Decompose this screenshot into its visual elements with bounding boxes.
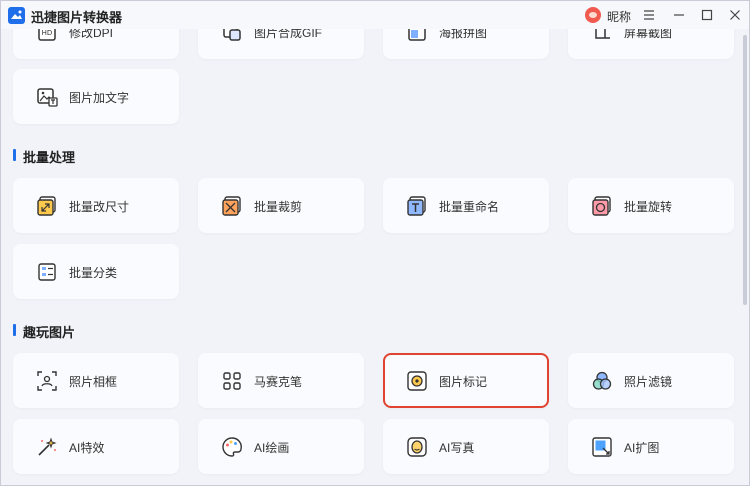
tool-label: 图片标记 [439, 375, 488, 389]
app-title: 迅捷图片转换器 [31, 10, 123, 25]
tool-label: 批量裁剪 [254, 200, 303, 214]
app-window: 迅捷图片转换器 昵称 HD 修改DPI 图片合成GIF 海报拼图 屏幕截图 图片… [0, 0, 750, 486]
tool-card-batch-classify[interactable]: 批量分类 [13, 244, 179, 299]
tool-card-photo-filter[interactable]: 照片滤镜 [568, 353, 734, 408]
photo-filter-icon [592, 371, 612, 390]
tool-label: 照片滤镜 [624, 375, 673, 389]
screenshot-icon [595, 29, 610, 39]
mosaic-pen-icon [223, 372, 241, 390]
poster-collage-icon [408, 29, 426, 41]
tool-label: 照片相框 [69, 375, 118, 389]
gif-icon [223, 29, 241, 41]
vertical-scrollbar[interactable] [743, 35, 747, 305]
tool-card-dpi[interactable]: HD 修改DPI [13, 29, 179, 59]
batch-classify-icon [38, 263, 56, 281]
tool-label: 图片合成GIF [254, 29, 322, 40]
tool-grid: HD 修改DPI 图片合成GIF 海报拼图 屏幕截图 图片加文字 批量处理 批量… [1, 29, 749, 485]
ai-portrait-icon [407, 437, 427, 457]
menu-button[interactable] [639, 5, 659, 25]
batch-crop-icon [222, 196, 241, 216]
tool-card-batch-rename[interactable]: 批量重命名 [383, 178, 549, 233]
minimize-icon [674, 14, 684, 16]
maximize-icon [701, 9, 713, 21]
tool-card-batch-rotate[interactable]: 批量旋转 [568, 178, 734, 233]
title-bar: 迅捷图片转换器 昵称 [1, 1, 749, 29]
tool-card-mosaic-pen[interactable]: 马赛克笔 [198, 353, 364, 408]
app-logo-icon [8, 7, 25, 24]
maximize-button[interactable] [697, 5, 717, 25]
tool-card-gif[interactable]: 图片合成GIF [198, 29, 364, 59]
tool-label: 图片加文字 [69, 91, 130, 105]
add-text-icon [37, 88, 58, 107]
svg-text:HD: HD [42, 29, 53, 37]
tool-card-ai-expand[interactable]: AI扩图 [568, 419, 734, 474]
tool-card-add-text[interactable]: 图片加文字 [13, 69, 179, 124]
tool-card-batch-resize[interactable]: 批量改尺寸 [13, 178, 179, 233]
close-icon [730, 10, 740, 20]
user-name[interactable]: 昵称 [607, 8, 631, 25]
batch-rename-icon [407, 196, 426, 216]
tool-card-ai-effect[interactable]: AI特效 [13, 419, 179, 474]
tool-label: 海报拼图 [439, 29, 488, 40]
tool-label: 批量重命名 [439, 200, 500, 214]
tool-label: AI写真 [439, 441, 475, 455]
tool-card-image-mark[interactable]: 图片标记 [383, 353, 549, 408]
tool-card-ai-portrait[interactable]: AI写真 [383, 419, 549, 474]
batch-resize-icon [37, 196, 56, 216]
tool-card-screenshot[interactable]: 屏幕截图 [568, 29, 734, 59]
tool-label: AI绘画 [254, 441, 290, 455]
ai-expand-icon [592, 437, 612, 457]
tool-label: 批量旋转 [624, 200, 673, 214]
ai-effect-icon [38, 437, 57, 456]
tool-card-poster[interactable]: 海报拼图 [383, 29, 549, 59]
tool-label: AI特效 [69, 441, 105, 455]
minimize-button[interactable] [669, 5, 689, 25]
tool-card-ai-painting[interactable]: AI绘画 [198, 419, 364, 474]
tool-label: 屏幕截图 [624, 29, 673, 40]
ai-painting-icon [222, 437, 242, 457]
tool-label: 马赛克笔 [254, 375, 303, 389]
image-mark-icon [407, 371, 427, 391]
tool-label: 批量改尺寸 [69, 200, 130, 214]
photo-frame-icon [37, 371, 57, 391]
tool-label: AI扩图 [624, 441, 660, 455]
dpi-icon: HD [38, 29, 56, 41]
tool-card-photo-frame[interactable]: 照片相框 [13, 353, 179, 408]
tool-label: 修改DPI [69, 29, 114, 40]
tool-card-batch-crop[interactable]: 批量裁剪 [198, 178, 364, 233]
close-button[interactable] [725, 5, 745, 25]
user-avatar[interactable] [585, 7, 601, 23]
tool-label: 批量分类 [69, 266, 118, 280]
hamburger-icon [644, 10, 654, 20]
batch-rotate-icon [592, 196, 611, 216]
